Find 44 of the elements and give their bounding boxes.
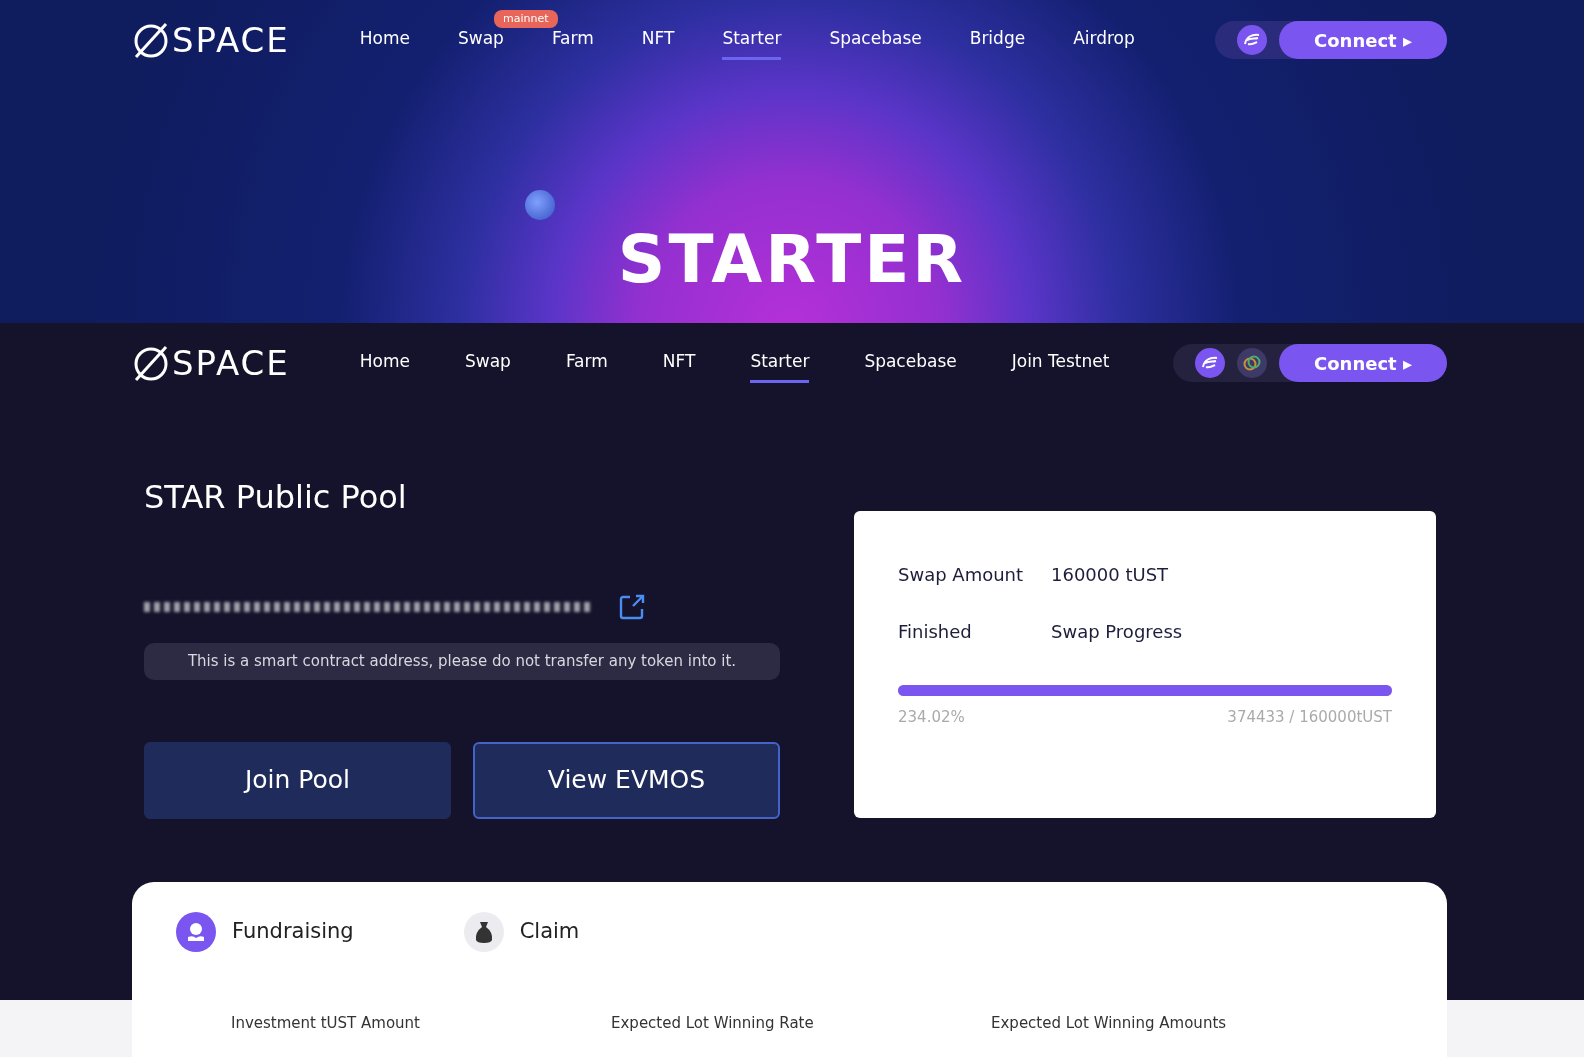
nav-link[interactable]: Home (359, 19, 410, 61)
hero-title: STARTER (616, 220, 968, 300)
progress-amounts: 374433 / 160000tUST (1227, 707, 1392, 728)
logo[interactable]: SPACE (132, 14, 290, 66)
info-label: Finished (898, 620, 973, 644)
join-button[interactable]: Join Pool (144, 741, 451, 819)
view-button[interactable]: View EVMOS (473, 741, 780, 819)
nav-link[interactable]: Bridge (969, 19, 1026, 61)
mainnet-badge: mainnet (494, 9, 558, 29)
progress-percent: 234.02% (898, 707, 965, 728)
external-link-icon[interactable] (618, 593, 646, 621)
nav-link[interactable]: Join Testnet (1011, 342, 1110, 384)
slashed-circle-icon (132, 344, 170, 382)
logo-text: SPACE (172, 341, 290, 385)
nav-link[interactable]: Starter (722, 19, 782, 61)
info-label: Swap Amount (898, 563, 1025, 587)
nav-link[interactable]: Airdrop (1073, 19, 1135, 61)
tab[interactable]: Claim (463, 912, 580, 952)
slashed-circle-icon (132, 21, 170, 59)
nav-link[interactable]: Spacebase (864, 342, 957, 384)
nav-link[interactable]: NFT (662, 342, 696, 384)
column-header: Investment tUST Amount (231, 1013, 421, 1034)
connect-button[interactable]: Connect ▸ (1279, 21, 1447, 59)
nav-link[interactable]: Spacebase (829, 19, 922, 61)
connect-button[interactable]: Connect ▸ (1279, 344, 1447, 382)
rings-logo-icon (1237, 348, 1267, 378)
column-header: Expected Lot Winning Amounts (991, 1013, 1228, 1034)
feather-logo-icon (1195, 348, 1225, 378)
nav-link[interactable]: Swap (465, 342, 511, 384)
nav-link[interactable]: NFT (641, 19, 675, 61)
pool-title: STAR Public Pool (144, 477, 408, 518)
nav-link[interactable]: Starter (750, 342, 810, 384)
logo-text: SPACE (172, 18, 290, 62)
logo[interactable]: SPACE (132, 337, 290, 389)
feather-logo-icon (1237, 25, 1267, 55)
warning-notice: This is a smart contract address, please do not transfer any token into it. (144, 643, 780, 680)
tab[interactable]: Fundraising (176, 912, 354, 952)
money-bag-icon (463, 912, 504, 952)
info-value: Swap Progress (1051, 620, 1183, 644)
column-header: Expected Lot Winning Rate (611, 1013, 815, 1034)
nav-link[interactable]: Home (359, 342, 410, 384)
nav-link[interactable]: Farm (565, 342, 608, 384)
planet-drawing (525, 190, 555, 220)
info-value: 160000 tUST (1051, 563, 1169, 587)
